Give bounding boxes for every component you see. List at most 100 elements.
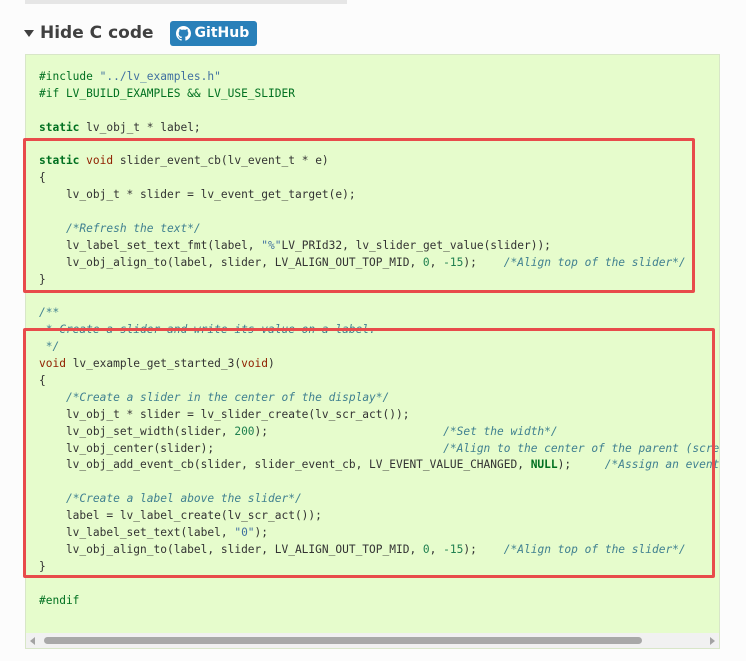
code-line: lv_obj_set_width(slider, 200); /*Set the… <box>39 424 719 441</box>
code-token: /*Assign an event function*/ <box>604 458 720 472</box>
code-token: void <box>86 154 114 168</box>
top-divider <box>25 0 347 4</box>
code-token: #if LV_BUILD_EXAMPLES && LV_USE_SLIDER <box>39 86 295 100</box>
code-token: , <box>429 542 444 556</box>
code-line: /*Refresh the text*/ <box>39 221 719 238</box>
github-icon <box>175 25 191 41</box>
code-line: } <box>39 559 719 576</box>
code-line: label = lv_label_create(lv_scr_act()); <box>39 508 719 525</box>
code-token: ); <box>463 255 504 269</box>
code-token: "%" <box>261 238 282 252</box>
code-token: void <box>39 357 66 371</box>
code-token: } <box>39 272 46 286</box>
code-token: { <box>39 171 46 185</box>
code-line: #endif <box>39 593 719 610</box>
hide-code-toggle[interactable]: Hide C code <box>24 23 154 43</box>
code-line: lv_obj_center(slider); /*Align to the ce… <box>39 441 720 458</box>
code-token: */ <box>39 340 60 354</box>
code-token: * Create a slider and write its value on… <box>39 323 376 337</box>
code-line: lv_obj_align_to(label, slider, LV_ALIGN_… <box>39 255 719 272</box>
code-line: lv_obj_t * slider = lv_event_get_target(… <box>39 187 719 204</box>
code-token: lv_label_set_text(label, <box>39 526 235 540</box>
code-line: void lv_example_get_started_3(void) <box>39 356 719 373</box>
code-line: #if LV_BUILD_EXAMPLES && LV_USE_SLIDER <box>39 86 719 103</box>
code-token: "0" <box>234 526 255 540</box>
code-token: /*Align to the center of the parent (scr… <box>443 441 720 455</box>
code-line: lv_obj_t * slider = lv_slider_create(lv_… <box>39 407 719 424</box>
code-token: ); <box>463 542 504 556</box>
code-token: lv_label_set_text_fmt(label, <box>39 238 262 252</box>
code-line: lv_label_set_text_fmt(label, "%"LV_PRId3… <box>39 238 719 255</box>
code-line: { <box>39 170 719 187</box>
code-token: ) <box>268 357 275 371</box>
code-token: /*Align top of the slider*/ <box>503 542 686 556</box>
code-token: lv_example_get_started_3( <box>65 357 242 371</box>
code-token: 200 <box>234 424 255 438</box>
code-token: lv_obj_add_event_cb(slider, slider_event… <box>39 458 531 472</box>
code-token: } <box>39 559 46 573</box>
code-token: #include <box>39 70 100 83</box>
code-line: * Create a slider and write its value on… <box>39 322 719 339</box>
horizontal-scrollbar[interactable] <box>26 633 719 648</box>
scroll-left-icon[interactable] <box>30 637 35 645</box>
code-line: /*Create a label above the slider*/ <box>39 491 719 508</box>
code-line: static void slider_event_cb(lv_event_t *… <box>39 153 719 170</box>
code-token: lv_obj_align_to(label, slider, LV_ALIGN_… <box>39 255 423 269</box>
code-section-header: Hide C code GitHub <box>24 18 258 48</box>
github-button[interactable]: GitHub <box>169 20 258 46</box>
code-line: lv_obj_add_event_cb(slider, slider_event… <box>39 457 720 474</box>
code-token: void <box>241 357 269 371</box>
code-token: ); <box>254 424 444 438</box>
code-token: -15 <box>443 542 464 556</box>
code-token: ); <box>254 526 269 540</box>
hide-code-label: Hide C code <box>40 23 154 43</box>
code-token: static <box>39 154 80 168</box>
code-token: #endif <box>39 593 80 607</box>
code-token: /*Refresh the text*/ <box>65 222 201 236</box>
code-line: lv_label_set_text(label, "0"); <box>39 525 719 542</box>
code-token: lv_obj_t * label; <box>79 120 201 134</box>
code-token: LV_PRId32, lv_slider_get_value(slider)); <box>281 238 551 252</box>
code-token: { <box>39 374 46 388</box>
code-line: { <box>39 373 719 390</box>
code-token: NULL <box>530 458 558 472</box>
code-token: /*Create a label above the slider*/ <box>65 492 302 506</box>
caret-down-icon <box>24 29 34 37</box>
code-listing: #include "../lv_examples.h" #if LV_BUILD_… <box>39 69 720 610</box>
code-token: , <box>429 255 444 269</box>
code-token: lv_obj_center(slider); <box>39 441 444 455</box>
code-token: lv_obj_t * slider = lv_event_get_target(… <box>39 188 356 202</box>
code-token: -15 <box>443 255 464 269</box>
code-line: /** <box>39 305 719 322</box>
code-token: ); <box>557 458 605 472</box>
github-label: GitHub <box>194 25 250 41</box>
code-token: /** <box>39 306 60 320</box>
code-token: lv_obj_t * slider = lv_slider_create(lv_… <box>39 407 410 421</box>
code-token: slider_event_cb(lv_event_t * e) <box>113 154 329 168</box>
code-line: */ <box>39 339 719 356</box>
code-token: lv_obj_set_width(slider, <box>39 424 235 438</box>
code-token: lv_obj_align_to(label, slider, LV_ALIGN_… <box>39 542 423 556</box>
code-token: /*Align top of the slider*/ <box>503 255 686 269</box>
code-line: #include "../lv_examples.h" <box>39 69 719 86</box>
code-block: #include "../lv_examples.h" #if LV_BUILD_… <box>25 54 720 649</box>
code-token: 0 <box>422 255 430 269</box>
code-token: /*Create a slider in the center of the d… <box>65 390 390 404</box>
code-token: /*Set the width*/ <box>443 424 558 438</box>
code-token: static <box>39 120 80 134</box>
code-line: lv_obj_align_to(label, slider, LV_ALIGN_… <box>39 542 719 559</box>
code-line: /*Create a slider in the center of the d… <box>39 390 719 407</box>
scrollbar-thumb[interactable] <box>44 637 642 644</box>
code-token: label = lv_label_create(lv_scr_act()); <box>39 509 322 523</box>
code-token: 0 <box>422 542 430 556</box>
scroll-right-icon[interactable] <box>710 637 715 645</box>
